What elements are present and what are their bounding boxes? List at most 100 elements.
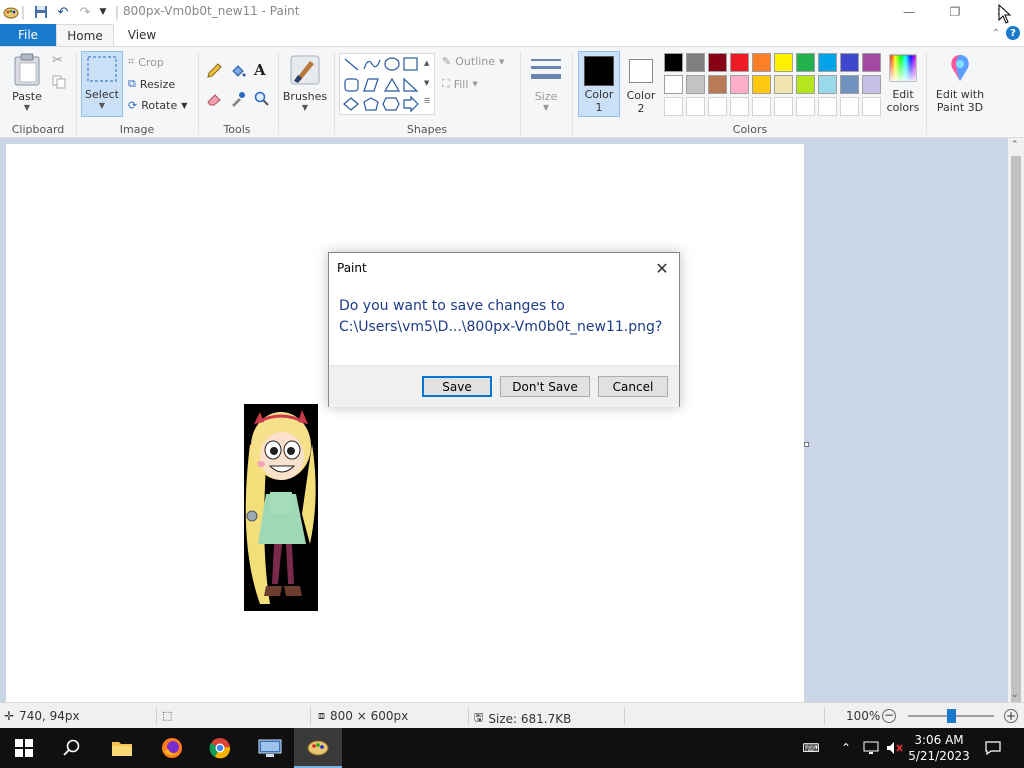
customize-quick-access-icon[interactable]: ▼	[96, 4, 110, 20]
edit-with-paint3d-button[interactable]: Edit with Paint 3D	[932, 53, 988, 114]
file-explorer-button[interactable]	[98, 728, 146, 768]
crop-button[interactable]: ⌗ Crop	[128, 55, 164, 69]
color-swatch[interactable]	[752, 75, 771, 94]
collapse-ribbon-icon[interactable]: ⌃	[992, 28, 1000, 39]
zoom-slider[interactable]	[908, 709, 994, 723]
color-swatch[interactable]	[664, 75, 683, 94]
edit-colors-button[interactable]: Edit colors	[884, 53, 922, 114]
vertical-scrollbar[interactable]: ⌃ ⌄	[1008, 138, 1024, 768]
color2-button[interactable]: Color 2	[622, 51, 660, 115]
color-swatch[interactable]	[862, 53, 881, 72]
eraser-icon[interactable]	[206, 91, 222, 110]
custom-color-slot[interactable]	[796, 97, 815, 116]
custom-color-slot[interactable]	[752, 97, 771, 116]
color-swatch[interactable]	[818, 53, 837, 72]
scrollbar-thumb[interactable]	[1011, 156, 1021, 768]
custom-color-slot[interactable]	[818, 97, 837, 116]
custom-color-slot[interactable]	[840, 97, 859, 116]
size-button[interactable]: Size ▼	[526, 53, 566, 112]
color-swatch[interactable]	[664, 53, 683, 72]
cancel-button[interactable]: Cancel	[598, 376, 668, 397]
crop-label: Crop	[138, 55, 164, 69]
search-button[interactable]	[48, 728, 96, 768]
tab-file[interactable]: File	[0, 24, 56, 46]
fill-button[interactable]: ⛶ Fill ▼	[442, 77, 478, 91]
pencil-icon[interactable]	[206, 63, 222, 82]
custom-color-slot[interactable]	[708, 97, 727, 116]
color-swatch[interactable]	[708, 75, 727, 94]
select-dropdown-icon[interactable]: ▼	[82, 101, 122, 110]
firefox-button[interactable]	[148, 728, 196, 768]
color-swatch[interactable]	[840, 53, 859, 72]
color-swatch[interactable]	[686, 53, 705, 72]
network-icon[interactable]	[860, 728, 882, 768]
outline-button[interactable]: ✎ Outline ▼	[442, 55, 504, 68]
color-swatch[interactable]	[796, 75, 815, 94]
scroll-down-icon[interactable]: ⌄	[1011, 690, 1019, 700]
show-hidden-icons-icon[interactable]: ⌃	[836, 728, 856, 768]
copy-icon[interactable]	[52, 75, 66, 92]
save-icon[interactable]	[32, 4, 50, 20]
scroll-up-icon[interactable]: ⌃	[1011, 140, 1019, 150]
shapes-gallery[interactable]	[339, 53, 435, 115]
undo-icon[interactable]: ↶	[54, 4, 72, 20]
brushes-button[interactable]: Brushes ▼	[282, 53, 328, 112]
virtual-keyboard-icon[interactable]: ⌨	[796, 728, 826, 768]
dialog-close-icon[interactable]: ✕	[651, 257, 673, 279]
zoom-out-button[interactable]: −	[882, 709, 896, 723]
drawing-canvas[interactable]	[6, 144, 804, 702]
select-button[interactable]: Select ▼	[81, 51, 123, 117]
minimize-button[interactable]: —	[886, 0, 932, 24]
custom-color-slot[interactable]	[730, 97, 749, 116]
paint-app-icon[interactable]	[2, 4, 20, 20]
zoom-in-button[interactable]: +	[1004, 709, 1018, 723]
taskbar-clock[interactable]: 3:06 AM 5/21/2023	[906, 732, 972, 764]
redo-icon[interactable]: ↷	[76, 4, 94, 20]
paste-dropdown-icon[interactable]: ▼	[6, 103, 48, 112]
size-dropdown-icon[interactable]: ▼	[526, 103, 566, 112]
volume-muted-icon[interactable]	[884, 728, 906, 768]
color-swatch[interactable]	[752, 53, 771, 72]
save-button[interactable]: Save	[422, 376, 492, 397]
rotate-button[interactable]: ⟳ Rotate ▼	[128, 99, 187, 112]
text-tool-icon[interactable]: A	[254, 61, 266, 79]
color-swatch[interactable]	[774, 75, 793, 94]
custom-color-slot[interactable]	[686, 97, 705, 116]
shapes-more-icon[interactable]: ☰	[424, 97, 430, 105]
tab-view[interactable]: View	[116, 24, 168, 46]
fill-bucket-icon[interactable]	[230, 63, 246, 82]
color-swatch[interactable]	[708, 53, 727, 72]
resize-button[interactable]: ⧉ Resize	[128, 77, 175, 91]
color-swatch[interactable]	[862, 75, 881, 94]
color-swatch[interactable]	[686, 75, 705, 94]
network-app-button[interactable]	[246, 728, 294, 768]
color-swatch[interactable]	[730, 75, 749, 94]
dont-save-button[interactable]: Don't Save	[500, 376, 590, 397]
color-swatch[interactable]	[774, 53, 793, 72]
paint-taskbar-button[interactable]	[294, 728, 342, 768]
color-picker-icon[interactable]	[230, 91, 246, 110]
chrome-button[interactable]	[196, 728, 244, 768]
color-swatch[interactable]	[818, 75, 837, 94]
shapes-scroll-down-icon[interactable]: ▼	[424, 79, 429, 87]
action-center-icon[interactable]	[978, 728, 1008, 768]
start-button[interactable]	[0, 728, 48, 768]
help-icon[interactable]: ?	[1006, 26, 1020, 40]
maximize-button[interactable]: ❐	[932, 0, 978, 24]
color-swatch[interactable]	[840, 75, 859, 94]
magnifier-icon[interactable]	[254, 91, 270, 110]
color1-button[interactable]: Color 1	[578, 51, 620, 117]
tab-home[interactable]: Home	[56, 24, 114, 46]
cut-icon[interactable]: ✂	[52, 53, 63, 68]
custom-color-slot[interactable]	[664, 97, 683, 116]
canvas-resize-handle-right[interactable]	[804, 442, 809, 447]
canvas-workspace[interactable]	[0, 138, 1008, 702]
color-swatch[interactable]	[730, 53, 749, 72]
color-swatch[interactable]	[796, 53, 815, 72]
custom-color-slot[interactable]	[862, 97, 881, 116]
brushes-dropdown-icon[interactable]: ▼	[282, 103, 328, 112]
custom-color-slot[interactable]	[774, 97, 793, 116]
shapes-scroll-up-icon[interactable]: ▲	[424, 59, 429, 67]
zoom-slider-thumb[interactable]	[947, 709, 956, 723]
paste-button[interactable]: Paste ▼	[6, 53, 48, 112]
